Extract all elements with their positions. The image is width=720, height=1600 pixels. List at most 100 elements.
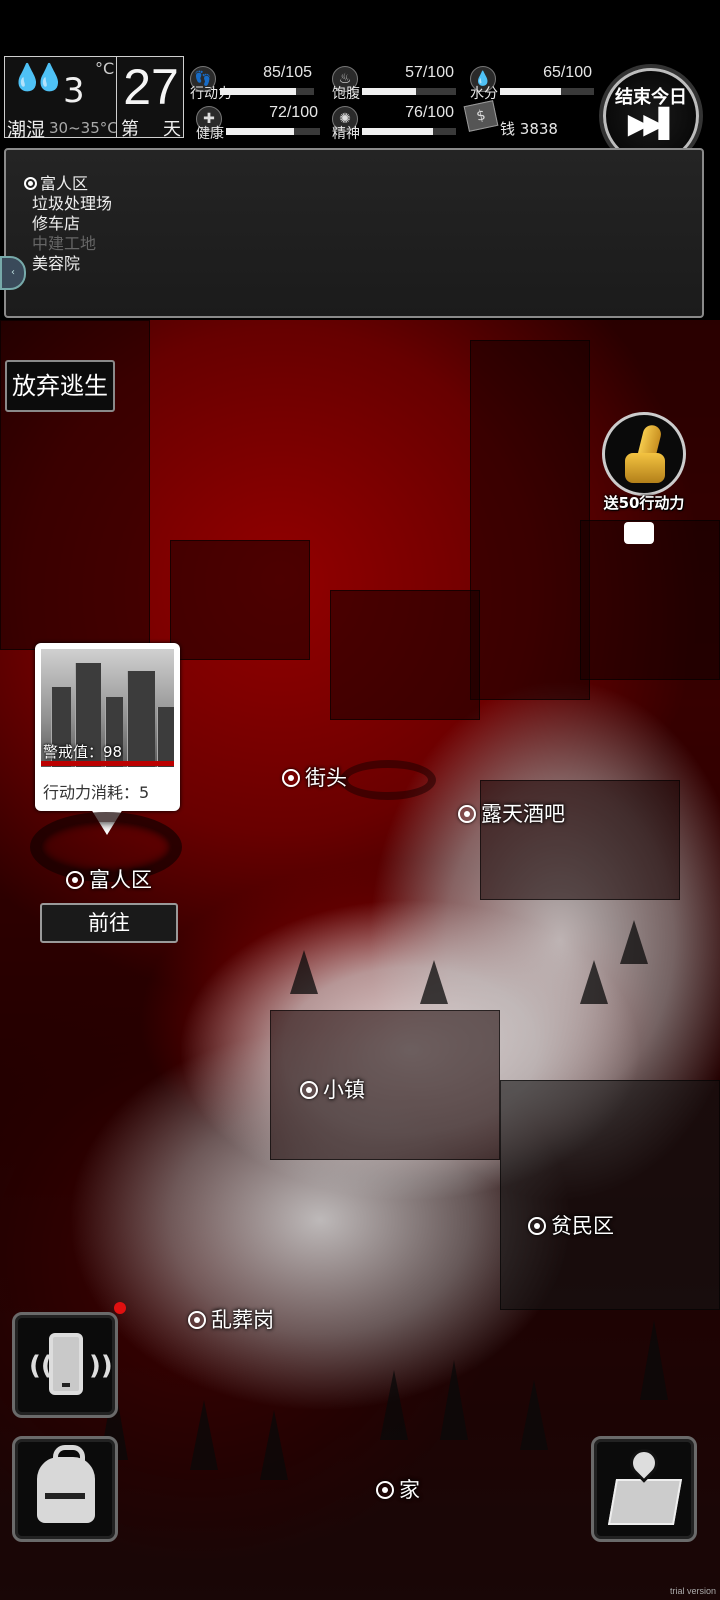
map-pin-home[interactable]: 家 [376, 1474, 420, 1504]
day-suffix: 天 [163, 119, 181, 140]
map-pin-label: 乱葬岗 [211, 1308, 274, 1332]
stat-label: 健康 [196, 126, 224, 142]
location-list: 富人区 垃圾处理场 修车店 中建工地 美容院 [24, 174, 112, 274]
location-list-item: 中建工地 [24, 234, 112, 254]
location-list-label: 中建工地 [32, 234, 97, 253]
location-dot-icon [376, 1481, 394, 1499]
fast-forward-icon: ▶▶▌ [627, 107, 681, 140]
video-camera-icon [624, 522, 654, 544]
ad-reward-button[interactable]: 送50行动力 [596, 412, 692, 552]
tree [420, 960, 448, 1004]
tree [440, 1360, 468, 1440]
temperature-range: 30~35°C [49, 119, 118, 137]
map-pin-town[interactable]: 小镇 [300, 1074, 365, 1104]
location-list-panel: 富人区 垃圾处理场 修车店 中建工地 美容院 ‹ [0, 148, 704, 318]
ad-reward-circle [602, 412, 686, 496]
weather-condition: 潮湿 [7, 119, 46, 141]
stat-value: 57/100 [405, 64, 454, 81]
house-building [170, 540, 310, 660]
vibrate-right-icon: )) [89, 1351, 113, 1381]
stat-label: 精神 [332, 126, 360, 142]
map-icon [607, 1479, 683, 1525]
location-dot-icon [24, 177, 37, 190]
tree [380, 1370, 408, 1440]
money-value: 3838 [519, 120, 558, 138]
location-info-popup: 警戒值：98 行动力消耗：5 [35, 643, 180, 835]
stat-bar-fill [220, 88, 297, 95]
location-list-label: 美容院 [32, 254, 81, 273]
panel-side-tab[interactable]: ‹ [0, 256, 26, 290]
location-list-label: 垃圾处理场 [32, 194, 113, 213]
location-list-label: 富人区 [40, 174, 89, 193]
stat-bar [226, 128, 320, 135]
day-counter: 27 第 天 [116, 56, 184, 140]
stat-spirit: ✺ 精神 76/100 [332, 104, 472, 142]
weather-panel: 💧💧 3 °C 潮湿 30~35°C [4, 56, 118, 141]
backpack-icon [37, 1445, 95, 1523]
alert-level-bar [41, 761, 174, 766]
stat-bar [362, 128, 456, 135]
end-day-label: 结束今日 [615, 87, 687, 108]
stat-bar-fill [226, 128, 294, 135]
house-building [330, 590, 480, 720]
location-list-label: 修车店 [32, 214, 81, 233]
stat-bar [500, 88, 594, 95]
map-pin-label: 小镇 [323, 1078, 365, 1102]
stat-hydration: 💧 水分 65/100 [470, 64, 610, 102]
location-dot-icon [282, 769, 300, 787]
tower-building [470, 340, 590, 700]
stat-bar-fill [362, 88, 416, 95]
map-pin-label: 露天酒吧 [481, 802, 565, 826]
stat-value: 76/100 [405, 104, 454, 121]
tree [190, 1400, 218, 1470]
tree [640, 1320, 668, 1400]
give-up-escape-button[interactable]: 放弃逃生 [5, 360, 115, 412]
stat-stamina: 👣 行动力 85/105 [190, 64, 330, 102]
tree [520, 1380, 548, 1450]
stat-bar-fill [500, 88, 562, 95]
stat-bar [362, 88, 456, 95]
stamina-cost: 行动力消耗：5 [43, 783, 150, 802]
location-list-item[interactable]: 富人区 [24, 174, 112, 194]
location-list-item[interactable]: 垃圾处理场 [24, 194, 112, 214]
tree [290, 950, 318, 994]
map-button[interactable] [591, 1436, 697, 1542]
money-display: 钱 3838 [500, 118, 558, 139]
day-prefix: 第 [121, 119, 139, 140]
phone-button[interactable]: (( )) [12, 1312, 118, 1418]
stat-satiety: ♨ 饱腹 57/100 [332, 64, 472, 102]
day-number: 27 [123, 59, 179, 115]
map-pin-rich-district[interactable]: 富人区 [66, 864, 152, 894]
map-pin-label: 家 [399, 1478, 420, 1502]
map-pin-street[interactable]: 街头 [282, 762, 347, 792]
map-pin-slum[interactable]: 贫民区 [528, 1210, 614, 1240]
map-pin-label: 富人区 [89, 868, 152, 892]
go-button[interactable]: 前往 [40, 903, 178, 943]
location-dot-icon [66, 871, 84, 889]
tree [620, 920, 648, 964]
location-dot-icon [528, 1217, 546, 1235]
backpack-button[interactable] [12, 1436, 118, 1542]
slum-buildings [500, 1080, 720, 1310]
stat-label: 水分 [470, 86, 498, 102]
stat-bar [220, 88, 314, 95]
money-label: 钱 [500, 120, 516, 138]
location-list-item[interactable]: 修车店 [24, 214, 112, 234]
map-pin-graveyard[interactable]: 乱葬岗 [188, 1304, 274, 1334]
thumbs-up-icon [619, 423, 675, 489]
notification-dot [114, 1302, 126, 1314]
tree [580, 960, 608, 1004]
plaza-circle [340, 760, 436, 800]
stat-value: 65/100 [543, 64, 592, 81]
temperature-value: 3 [63, 71, 85, 111]
map-pin-label: 街头 [305, 766, 347, 790]
location-list-item[interactable]: 美容院 [24, 254, 112, 274]
map-pin-label: 贫民区 [551, 1214, 614, 1238]
water-drops-icon: 💧💧 [11, 63, 66, 93]
map-pin-open-air-bar[interactable]: 露天酒吧 [458, 798, 565, 828]
tree [260, 1410, 288, 1480]
phone-icon [49, 1333, 83, 1395]
location-dot-icon [300, 1081, 318, 1099]
stat-label: 饱腹 [332, 86, 360, 102]
temperature-unit: °C [95, 59, 115, 78]
